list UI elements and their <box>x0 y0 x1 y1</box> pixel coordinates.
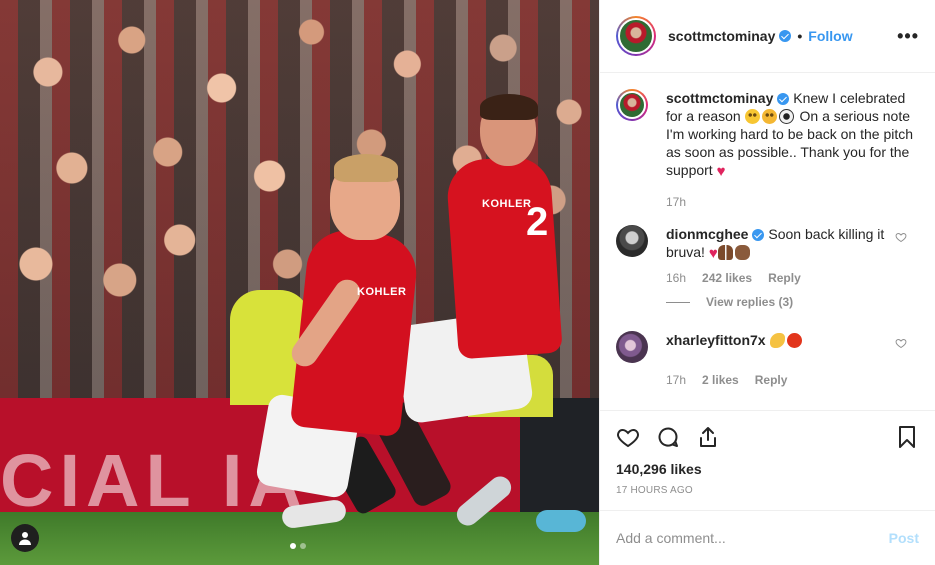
verified-badge-icon <box>777 93 790 106</box>
post-actions: 140,296 likes 17 HOURS AGO <box>600 410 935 510</box>
action-icons <box>616 421 919 453</box>
player-b-number: 2 <box>526 200 549 244</box>
player-b-hair <box>480 94 538 120</box>
comment-body: xharleyfitton7x <box>666 331 886 363</box>
reply-button[interactable]: Reply <box>755 373 788 387</box>
red-heart-emoji-icon: ♥ <box>716 163 726 180</box>
view-replies-label: View replies (3) <box>706 295 794 309</box>
post-side-panel: scottmctominay • Follow ••• scottmctomin… <box>599 0 935 565</box>
caption-timestamp[interactable]: 17h <box>666 195 919 209</box>
caption: scottmctominay Knew I celebrated for a r… <box>616 89 919 179</box>
player-a-sponsor: KOHLER <box>357 286 407 298</box>
author-avatar[interactable] <box>616 16 656 56</box>
reply-button[interactable]: Reply <box>768 271 801 285</box>
post-header: scottmctominay • Follow ••• <box>600 0 935 73</box>
comment-likes[interactable]: 2 likes <box>702 373 739 387</box>
comments-section: scottmctominay Knew I celebrated for a r… <box>600 73 935 410</box>
instagram-post: CIAL IA 485 KOHLER 2 KOHLER <box>0 0 935 565</box>
caption-body: scottmctominay Knew I celebrated for a r… <box>666 89 919 179</box>
boot-third <box>536 510 586 532</box>
soccer-ball-emoji-icon <box>778 109 794 124</box>
more-options-icon[interactable]: ••• <box>897 26 919 47</box>
red-heart-emoji-icon: ♥ <box>708 245 718 262</box>
winking-face-emoji-icon <box>744 109 760 124</box>
like-comment-heart-icon[interactable] <box>895 231 907 243</box>
post-comment-button[interactable]: Post <box>889 530 919 546</box>
verified-badge-icon <box>779 30 792 42</box>
carousel-indicator <box>290 543 306 549</box>
comment-item: xharleyfitton7x 17h 2 likes Reply <box>616 331 919 387</box>
author-info: scottmctominay • Follow <box>668 28 853 44</box>
player-a-hair <box>334 154 398 182</box>
view-replies-line <box>666 301 690 303</box>
tagged-users-button[interactable] <box>11 524 39 552</box>
player-b-shirt <box>445 154 563 360</box>
share-icon[interactable] <box>696 425 720 449</box>
likes-count[interactable]: 140,296 likes <box>616 461 919 477</box>
commenter-avatar[interactable] <box>616 331 648 363</box>
fist-emoji-icon <box>734 245 750 260</box>
commenter-username[interactable]: xharleyfitton7x <box>666 332 766 348</box>
carousel-dot[interactable] <box>300 543 306 549</box>
comment-meta: 17h 2 likes Reply <box>666 373 919 387</box>
like-comment-heart-icon[interactable] <box>895 337 907 349</box>
bookmark-icon[interactable] <box>895 425 919 449</box>
comment-timestamp[interactable]: 16h <box>666 271 686 285</box>
thinking-face-emoji-icon <box>761 109 777 124</box>
comment-item: dionmcghee Soon back killing it bruva! ♥… <box>616 225 919 309</box>
follow-button[interactable]: Follow <box>808 28 852 44</box>
verified-badge-icon <box>752 229 765 242</box>
commenter-username[interactable]: dionmcghee <box>666 226 748 242</box>
comment-body: dionmcghee Soon back killing it bruva! ♥ <box>666 225 886 261</box>
caption-username[interactable]: scottmctominay <box>666 90 773 106</box>
comment-meta: 16h 242 likes Reply <box>666 271 919 285</box>
flexed-biceps-emoji-icon <box>769 333 785 348</box>
raising-hands-emoji-icon <box>717 245 733 260</box>
player-b-sponsor: KOHLER <box>482 198 532 210</box>
post-date[interactable]: 17 HOURS AGO <box>616 485 919 496</box>
add-comment-bar: Post <box>600 510 935 565</box>
caption-avatar[interactable] <box>616 89 648 121</box>
comment-likes[interactable]: 242 likes <box>702 271 752 285</box>
heart-icon[interactable] <box>616 425 640 449</box>
post-photo[interactable]: CIAL IA 485 KOHLER 2 KOHLER <box>0 0 599 565</box>
author-username[interactable]: scottmctominay <box>668 28 775 44</box>
comment-icon[interactable] <box>656 425 680 449</box>
carousel-dot-active[interactable] <box>290 543 296 549</box>
commenter-avatar[interactable] <box>616 225 648 257</box>
red-circle-emoji-icon <box>786 333 802 348</box>
header-separator: • <box>797 28 803 44</box>
view-replies-button[interactable]: View replies (3) <box>666 295 919 309</box>
comment-timestamp[interactable]: 17h <box>666 373 686 387</box>
add-comment-input[interactable] <box>616 530 889 546</box>
user-icon <box>19 532 31 545</box>
